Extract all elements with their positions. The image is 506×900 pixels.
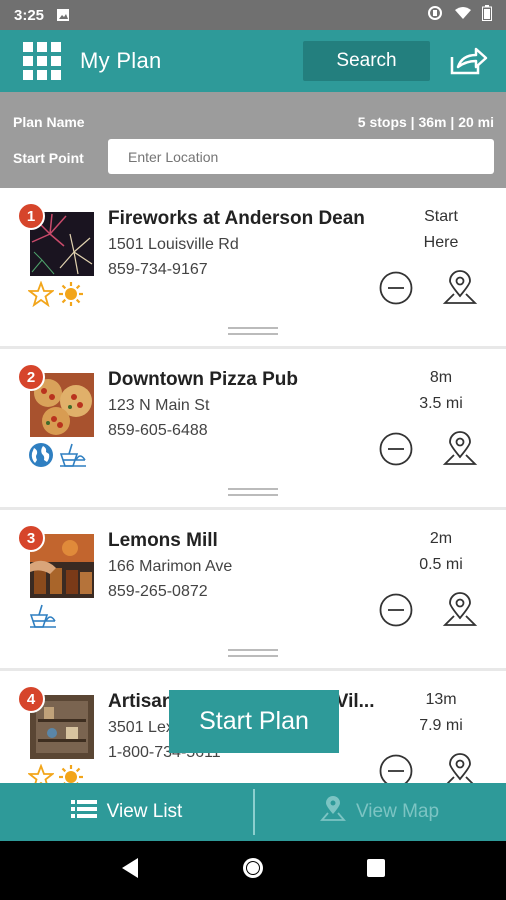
plan-stats: 5 stops | 36m | 20 mi [357, 114, 494, 130]
app-bar: My Plan Search [0, 30, 506, 92]
map-pin-icon[interactable] [442, 431, 478, 469]
map-pin-icon[interactable] [442, 753, 478, 783]
bottom-tab-bar: View List View Map [0, 783, 506, 841]
stop-distance: 3.5 mi [419, 395, 463, 412]
star-icon [26, 280, 56, 312]
food-icon [58, 442, 88, 473]
stop-number-badge: 1 [17, 202, 45, 230]
drag-handle[interactable] [228, 327, 278, 335]
tab-view-map-label: View Map [355, 801, 440, 822]
battery-icon [482, 5, 492, 25]
drag-handle[interactable] [228, 649, 278, 657]
stop-phone[interactable]: 859-734-9167 [108, 261, 208, 279]
stop-address: 123 N Main St [108, 397, 210, 414]
stop-number-badge: 2 [17, 363, 45, 391]
food-icon [28, 603, 58, 634]
stop-address: 1501 Louisville Rd [108, 236, 239, 253]
remove-stop-icon[interactable] [379, 754, 413, 783]
list-icon [70, 799, 97, 825]
list-item[interactable]: 3 Lemons Mill 166 Marimon Ave 859-265-08… [0, 510, 506, 668]
stop-name[interactable]: Fireworks at Anderson Dean [108, 208, 365, 230]
stop-tags [28, 603, 58, 634]
stop-tags [26, 763, 84, 783]
stop-phone[interactable]: 859-265-0872 [108, 583, 208, 601]
list-item[interactable]: 1 Fireworks at Anderson Dean 1501 Louisv… [0, 188, 506, 346]
stop-tags [28, 442, 88, 473]
map-pin-icon [319, 796, 346, 828]
map-pin-icon[interactable] [442, 592, 478, 630]
stop-phone[interactable]: 859-605-6488 [108, 422, 208, 440]
stop-tags [26, 280, 84, 312]
sun-icon [58, 764, 84, 783]
stop-travel-time: Start [424, 208, 458, 225]
image-notification-icon [56, 8, 70, 22]
tab-view-list[interactable]: View List [0, 783, 253, 841]
system-nav-bar [0, 841, 506, 900]
vibrate-icon [426, 6, 444, 24]
stop-travel-time: 2m [429, 530, 453, 547]
menu-grid-icon[interactable] [23, 42, 61, 80]
back-icon[interactable] [120, 857, 140, 884]
tab-divider [253, 789, 255, 835]
share-icon[interactable] [448, 45, 488, 77]
remove-stop-icon[interactable] [379, 593, 413, 627]
remove-stop-icon[interactable] [379, 432, 413, 466]
drag-handle[interactable] [228, 488, 278, 496]
stop-number-badge: 3 [17, 524, 45, 552]
search-button[interactable]: Search [303, 41, 430, 81]
start-location-input[interactable] [108, 139, 494, 174]
stop-distance: Here [423, 234, 459, 251]
stop-travel-time: 8m [429, 369, 453, 386]
star-icon [26, 763, 56, 783]
stop-distance: 0.5 mi [419, 556, 463, 573]
start-point-label: Start Point [13, 150, 84, 166]
status-bar: 3:25 [0, 0, 506, 30]
list-item[interactable]: 2 Downtown Pizza Pub 123 N Main St 859-6… [0, 349, 506, 507]
tab-view-map[interactable]: View Map [253, 783, 506, 841]
globe-icon [28, 442, 54, 473]
page-title: My Plan [80, 48, 162, 73]
stop-travel-time: 13m [425, 691, 457, 708]
stop-address: 166 Marimon Ave [108, 558, 233, 575]
status-time: 3:25 [14, 6, 45, 24]
stop-name[interactable]: Downtown Pizza Pub [108, 369, 298, 391]
recents-icon[interactable] [366, 858, 386, 883]
start-plan-button[interactable]: Start Plan [169, 690, 339, 753]
plan-info-bar: Plan Name 5 stops | 36m | 20 mi Start Po… [0, 92, 506, 188]
home-icon[interactable] [241, 856, 265, 885]
stop-number-badge: 4 [17, 685, 45, 713]
map-pin-icon[interactable] [442, 270, 478, 308]
plan-name-label[interactable]: Plan Name [13, 114, 85, 130]
remove-stop-icon[interactable] [379, 271, 413, 305]
stop-distance: 7.9 mi [419, 717, 463, 734]
stop-name[interactable]: Lemons Mill [108, 530, 218, 552]
sun-icon [58, 281, 84, 312]
tab-view-list-label: View List [106, 801, 183, 822]
wifi-icon [454, 6, 472, 24]
